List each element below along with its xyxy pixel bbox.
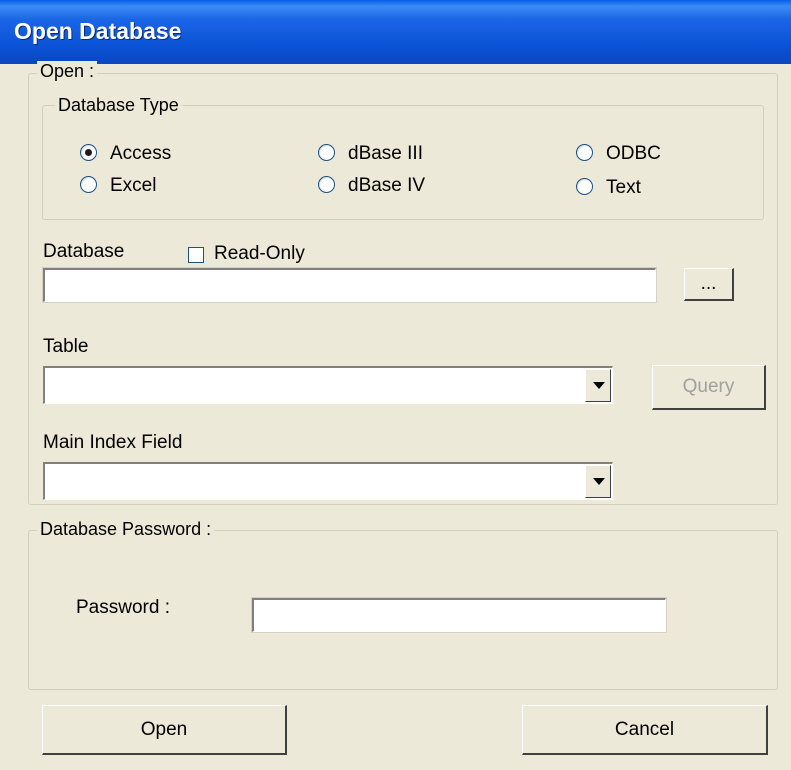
radio-dbase-iii-label[interactable]: dBase III: [348, 143, 423, 165]
query-button[interactable]: Query: [652, 365, 766, 410]
cancel-button-label: Cancel: [614, 718, 675, 740]
read-only-label[interactable]: Read-Only: [214, 243, 305, 265]
radio-excel-label[interactable]: Excel: [110, 175, 156, 197]
radio-dbase-iv-label[interactable]: dBase IV: [348, 175, 425, 197]
table-select[interactable]: [43, 366, 613, 404]
main-index-select[interactable]: [43, 462, 613, 500]
browse-button-label: ...: [700, 273, 717, 294]
radio-access-label[interactable]: Access: [110, 143, 171, 165]
chevron-down-icon: [593, 382, 605, 389]
radio-odbc[interactable]: [576, 144, 593, 161]
radio-text[interactable]: [576, 178, 593, 195]
database-label: Database: [43, 241, 125, 262]
chevron-down-icon: [593, 478, 605, 485]
password-label: Password :: [76, 597, 170, 618]
radio-access[interactable]: [80, 144, 97, 161]
main-index-label: Main Index Field: [43, 432, 183, 453]
database-password-legend: Database Password :: [37, 519, 215, 539]
database-path-input[interactable]: [42, 267, 657, 303]
radio-dbase-iii[interactable]: [318, 144, 335, 161]
browse-button[interactable]: ...: [684, 268, 734, 301]
database-type-legend: Database Type: [55, 95, 182, 115]
open-group-legend: Open :: [37, 61, 98, 81]
query-button-label: Query: [682, 376, 735, 397]
password-input[interactable]: [251, 597, 667, 633]
open-button[interactable]: Open: [42, 705, 287, 755]
radio-excel[interactable]: [80, 176, 97, 193]
radio-odbc-label[interactable]: ODBC: [606, 143, 661, 165]
read-only-checkbox[interactable]: [188, 247, 204, 263]
radio-dbase-iv[interactable]: [318, 176, 335, 193]
open-button-label: Open: [140, 718, 188, 740]
cancel-button[interactable]: Cancel: [522, 705, 768, 755]
window-title: Open Database: [14, 18, 182, 44]
title-bar[interactable]: Open Database: [0, 0, 791, 64]
main-index-dropdown-button[interactable]: [585, 465, 611, 498]
radio-text-label[interactable]: Text: [606, 177, 641, 199]
table-dropdown-button[interactable]: [585, 369, 611, 402]
table-label: Table: [43, 336, 89, 357]
